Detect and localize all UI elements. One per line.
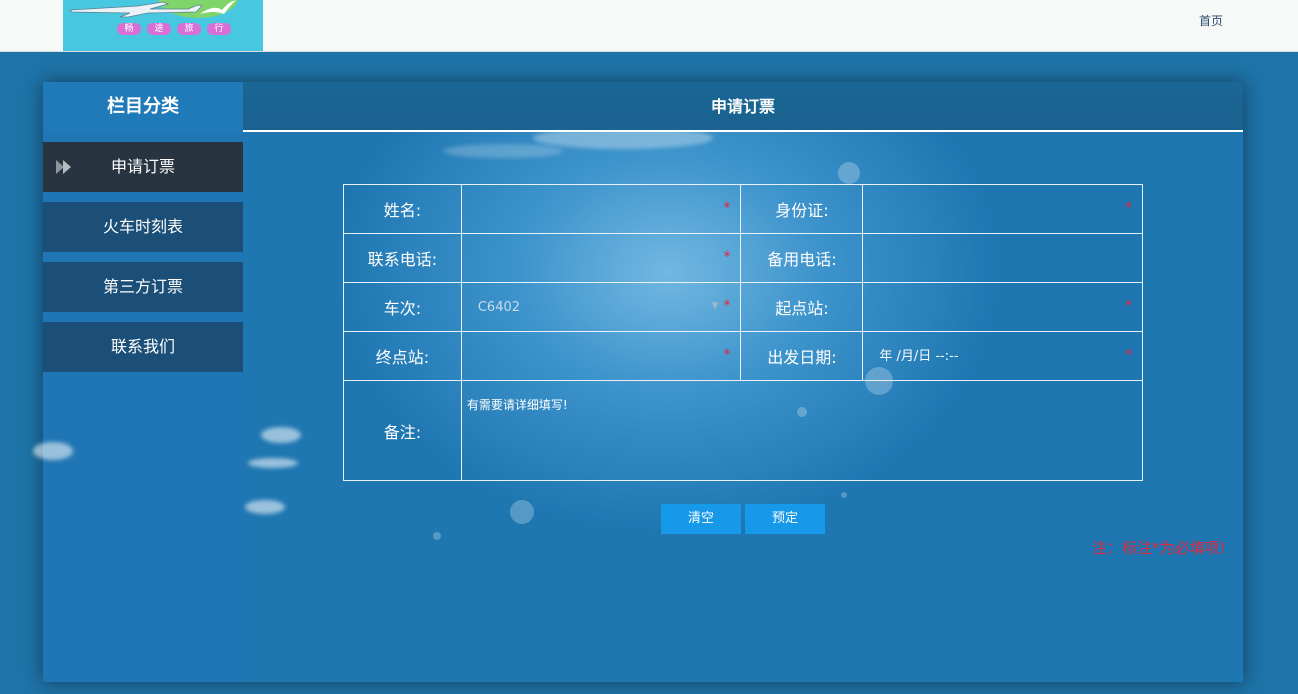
- alt-phone-input[interactable]: [863, 234, 1142, 282]
- required-mark: *: [723, 200, 731, 216]
- required-mark: *: [723, 298, 731, 314]
- name-label: 姓名:: [343, 184, 462, 234]
- book-button[interactable]: 预定: [745, 504, 825, 534]
- cloud-decoration: [33, 442, 73, 460]
- logo-char: 途: [147, 23, 171, 35]
- logo-char: 旅: [177, 23, 201, 35]
- train-select[interactable]: C6402: [462, 283, 741, 331]
- bubble-decoration: [838, 162, 860, 184]
- logo-char: 行: [207, 23, 231, 35]
- site-logo[interactable]: 畅 途 旅 行: [63, 0, 263, 51]
- phone-label: 联系电话:: [343, 233, 462, 283]
- airplane-icon: [69, 1, 203, 18]
- cloud-decoration: [261, 427, 301, 443]
- content-panel: 申请订票 姓名: * 身份证: * 联系电话: * 备用电话: 车次: C640…: [243, 82, 1243, 682]
- sidebar-title: 栏目分类: [43, 82, 243, 134]
- name-cell: *: [460, 184, 742, 234]
- departure-date-input[interactable]: 年 /月/日 --:--: [863, 332, 1142, 380]
- sidebar-item-label: 火车时刻表: [102, 217, 183, 236]
- booking-form: 姓名: * 身份证: * 联系电话: * 备用电话: 车次: C6402 ▼ *…: [343, 184, 1144, 481]
- alt-phone-label: 备用电话:: [740, 233, 864, 283]
- phone-input[interactable]: [461, 234, 741, 282]
- id-card-cell: *: [862, 184, 1143, 234]
- required-mark: *: [1125, 200, 1132, 216]
- required-mark: *: [1125, 347, 1132, 363]
- double-arrow-icon: [56, 160, 71, 174]
- sidebar-item-label: 申请订票: [110, 157, 175, 176]
- id-card-label: 身份证:: [740, 184, 864, 234]
- train-label: 车次:: [343, 282, 462, 332]
- sidebar-item-third-party[interactable]: 第三方订票: [43, 262, 243, 312]
- cloud-decoration: [245, 500, 285, 514]
- required-note: 注：标注*为必填项!: [1092, 539, 1226, 557]
- page-title: 申请订票: [243, 82, 1243, 132]
- departure-date-label: 出发日期:: [740, 331, 864, 381]
- sidebar-item-apply-ticket[interactable]: 申请订票: [43, 142, 243, 192]
- dropdown-caret-icon[interactable]: ▼: [712, 301, 719, 311]
- arrival-station-input[interactable]: [461, 332, 741, 380]
- cloud-decoration: [248, 458, 298, 468]
- required-mark: *: [723, 249, 731, 265]
- remark-label: 备注:: [343, 380, 462, 481]
- logo-text: 畅 途 旅 行: [109, 23, 239, 37]
- sidebar-item-contact-us[interactable]: 联系我们: [43, 322, 243, 372]
- remark-cell: 有需要请详细填写!: [460, 380, 1144, 481]
- bird-icon: [200, 0, 236, 14]
- alt-phone-cell: [862, 233, 1143, 283]
- sidebar-item-label: 联系我们: [110, 337, 175, 356]
- departure-date-cell: 年 /月/日 --:-- *: [862, 331, 1143, 381]
- departure-station-cell: *: [862, 282, 1143, 332]
- required-mark: *: [723, 347, 731, 363]
- top-bar: 畅 途 旅 行 首页: [0, 0, 1298, 52]
- sidebar-item-label: 第三方订票: [102, 277, 183, 296]
- name-input[interactable]: [461, 185, 741, 233]
- arrival-station-cell: *: [460, 331, 742, 381]
- bubble-decoration: [841, 492, 847, 498]
- clear-button[interactable]: 清空: [661, 504, 741, 534]
- bubble-decoration: [510, 500, 534, 524]
- home-link[interactable]: 首页: [1199, 12, 1223, 29]
- phone-cell: *: [460, 233, 742, 283]
- remark-textarea[interactable]: 有需要请详细填写!: [461, 381, 1142, 480]
- train-cell: C6402 ▼ *: [460, 282, 742, 332]
- cloud-decoration: [443, 144, 563, 158]
- main-container: 栏目分类 申请订票 火车时刻表 第三方订票 联系我们 申请订票 姓名: * 身份…: [33, 82, 1243, 682]
- required-mark: *: [1125, 298, 1132, 314]
- id-card-input[interactable]: [863, 185, 1142, 233]
- arrival-station-label: 终点站:: [343, 331, 462, 381]
- bubble-decoration: [433, 532, 441, 540]
- sidebar: 栏目分类 申请订票 火车时刻表 第三方订票 联系我们: [33, 82, 243, 682]
- sidebar-item-train-schedule[interactable]: 火车时刻表: [43, 202, 243, 252]
- departure-station-label: 起点站:: [740, 282, 864, 332]
- departure-station-input[interactable]: [863, 283, 1142, 331]
- logo-char: 畅: [117, 23, 141, 35]
